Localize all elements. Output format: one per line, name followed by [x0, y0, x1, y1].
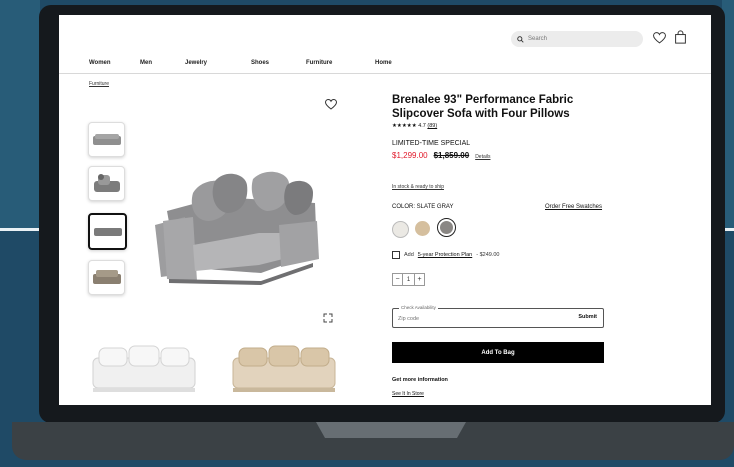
- nav-furniture[interactable]: Furniture: [306, 60, 332, 66]
- thumbnail-1[interactable]: [88, 122, 125, 157]
- protection-plan-link[interactable]: 5-year Protection Plan: [418, 252, 472, 258]
- review-count[interactable]: (89): [427, 123, 437, 129]
- search-input[interactable]: Search: [511, 31, 643, 47]
- zip-code-input[interactable]: [398, 314, 548, 323]
- thumbnail-2[interactable]: [88, 166, 125, 201]
- see-in-store-link[interactable]: See It In Store: [392, 391, 424, 397]
- heart-icon[interactable]: [653, 32, 666, 44]
- protection-price: - $249.00: [476, 252, 500, 258]
- protection-plan-row[interactable]: Add 5-year Protection Plan - $249.00: [392, 251, 499, 259]
- color-label: COLOR: SLATE GRAY: [392, 204, 454, 210]
- related-sofa-beige: [232, 345, 336, 392]
- expand-icon[interactable]: [323, 313, 333, 323]
- breadcrumb[interactable]: Furniture: [89, 81, 109, 87]
- sofa-thumbnail: [93, 173, 120, 192]
- qty-minus-button[interactable]: −: [392, 273, 403, 286]
- bg-line-right: [724, 228, 734, 231]
- protection-checkbox[interactable]: [392, 251, 400, 259]
- nav-home[interactable]: Home: [375, 60, 392, 66]
- nav-men[interactable]: Men: [140, 60, 152, 66]
- swatch-white[interactable]: [392, 221, 409, 238]
- swatch-slate-gray[interactable]: [437, 218, 456, 237]
- search-icon: [517, 35, 524, 43]
- protection-prefix: Add: [404, 252, 414, 258]
- check-availability-label: Check Availability: [399, 305, 438, 310]
- sale-price: $1,299.00: [392, 151, 428, 160]
- thumbnail-3[interactable]: [88, 213, 127, 250]
- quantity-stepper: − 1 +: [392, 273, 425, 286]
- rating-stars: ★★★★★: [392, 123, 417, 129]
- sofa-thumbnail: [92, 269, 121, 284]
- swatch-beige[interactable]: [415, 221, 430, 236]
- qty-plus-button[interactable]: +: [414, 273, 425, 286]
- more-info-heading: Get more information: [392, 377, 448, 383]
- favorite-icon[interactable]: [325, 99, 337, 110]
- add-to-bag-button[interactable]: Add To Bag: [392, 342, 604, 363]
- zip-code-field: Check Availability Submit: [392, 305, 604, 328]
- bag-icon[interactable]: [675, 30, 686, 44]
- price-row: $1,299.00 $1,859.00 Details: [392, 151, 490, 160]
- swatch-slate-gray-fill: [440, 221, 453, 234]
- search-placeholder: Search: [528, 36, 548, 42]
- laptop-notch: [316, 422, 466, 438]
- nav-women[interactable]: Women: [89, 60, 111, 66]
- bg-line-left: [0, 228, 40, 231]
- product-title: Brenalee 93" Performance Fabric Slipcove…: [392, 94, 574, 120]
- rating-value: 4.7: [418, 123, 426, 129]
- header-divider: [59, 73, 711, 74]
- qty-value[interactable]: 1: [403, 273, 414, 286]
- thumbnail-4[interactable]: [88, 260, 125, 295]
- original-price: $1,859.00: [433, 151, 470, 160]
- product-rating[interactable]: ★★★★★ 4.7 (89): [392, 123, 437, 129]
- product-page: Search Women Men Jewelry Shoes Furniture…: [59, 15, 711, 405]
- sofa-thumbnail: [93, 227, 122, 236]
- bg-tile-left: [0, 0, 40, 230]
- details-link[interactable]: Details: [475, 154, 490, 160]
- order-swatches-link[interactable]: Order Free Swatches: [545, 204, 602, 210]
- zip-submit-button[interactable]: Submit: [578, 314, 597, 320]
- main-product-image: [155, 171, 319, 285]
- related-sofa-white: [92, 345, 196, 392]
- promo-label: LIMITED-TIME SPECIAL: [392, 140, 471, 147]
- stock-status-link[interactable]: In stock & ready to ship: [392, 184, 444, 190]
- sofa-thumbnail: [92, 133, 121, 145]
- nav-jewelry[interactable]: Jewelry: [185, 60, 207, 66]
- nav-shoes[interactable]: Shoes: [251, 60, 269, 66]
